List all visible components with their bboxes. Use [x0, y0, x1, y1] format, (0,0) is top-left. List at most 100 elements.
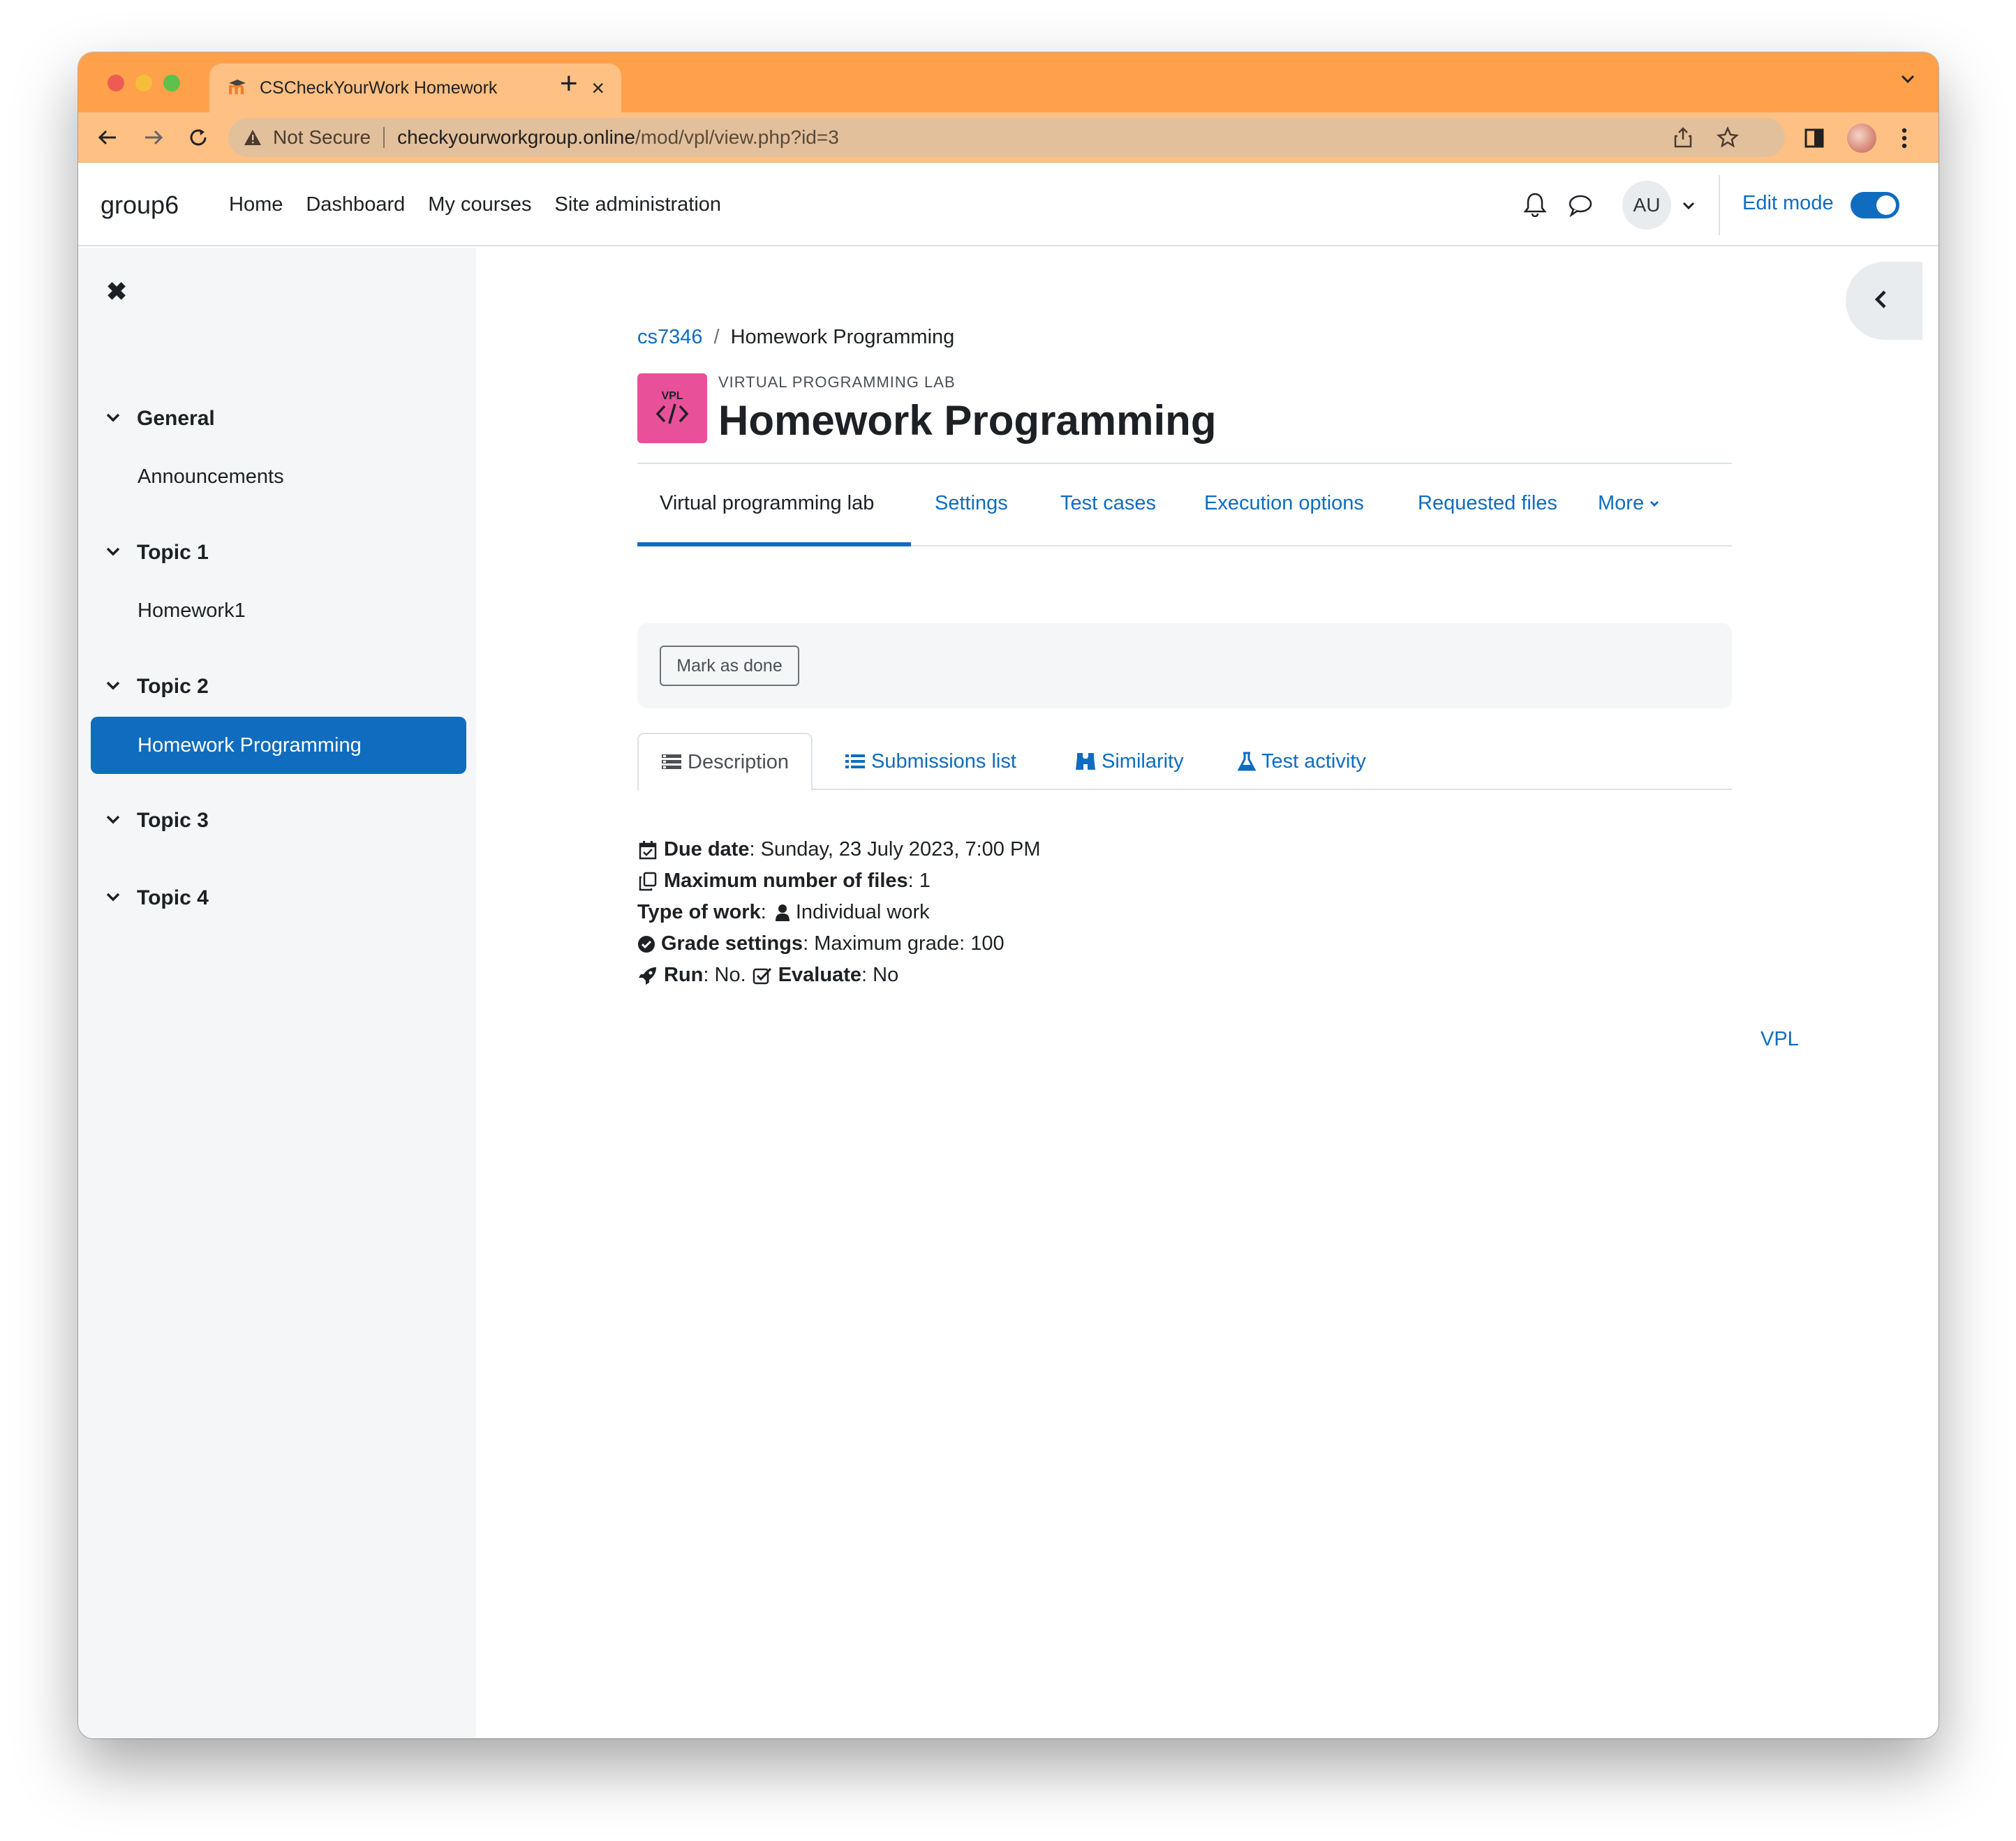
list-icon	[845, 753, 866, 770]
section-title: Topic 3	[137, 809, 209, 832]
vpl-footer-link[interactable]: VPL	[1761, 1028, 1799, 1051]
calendar-check-icon	[637, 840, 658, 860]
max-files-label: Maximum number of files	[664, 870, 908, 892]
site-navbar: group6 Home Dashboard My courses Site ad…	[78, 163, 1939, 246]
chevron-down-icon[interactable]	[105, 888, 126, 909]
colon: :	[907, 870, 919, 892]
type-of-work-value: Individual work	[795, 901, 930, 923]
chevron-down-icon[interactable]	[105, 677, 126, 697]
open-block-drawer-button[interactable]	[1846, 262, 1922, 340]
section-topic-3[interactable]: Topic 3	[105, 809, 209, 833]
section-title: Topic 4	[137, 886, 209, 909]
section-topic-1[interactable]: Topic 1	[105, 541, 209, 565]
tab-similarity[interactable]: Similarity	[1075, 733, 1184, 790]
tab-submissions-list-label: Submissions list	[871, 750, 1016, 773]
reload-icon[interactable]	[183, 122, 214, 153]
tab-title: CSCheckYourWork Homework	[260, 77, 498, 98]
side-panel-icon[interactable]	[1804, 128, 1825, 152]
section-topic-4[interactable]: Topic 4	[105, 886, 209, 910]
nav-my-courses[interactable]: My courses	[428, 193, 531, 216]
flask-icon	[1238, 752, 1256, 771]
detail-run-evaluate: Run: No. Evaluate: No	[637, 960, 1041, 991]
secondary-navigation: Virtual programming lab Settings Test ca…	[637, 463, 1732, 546]
navbar-divider	[1719, 175, 1720, 235]
edit-mode-toggle[interactable]	[1851, 192, 1899, 218]
back-arrow-icon[interactable]	[92, 122, 123, 153]
nav-home[interactable]: Home	[229, 193, 283, 216]
secnav-virtual-programming-lab[interactable]: Virtual programming lab	[660, 492, 874, 515]
window-close-button[interactable]	[108, 75, 124, 91]
colon: :	[760, 901, 772, 923]
tab-description[interactable]: Description	[637, 733, 813, 791]
window-zoom-button[interactable]	[163, 75, 180, 91]
tab-close-icon[interactable]: ×	[591, 75, 605, 101]
browser-menu-icon[interactable]	[1900, 126, 1908, 154]
breadcrumb-current: Homework Programming	[730, 326, 955, 348]
secnav-more[interactable]: More	[1598, 492, 1661, 515]
user-menu-chevron-icon[interactable]	[1681, 197, 1696, 216]
security-label: Not Secure	[273, 126, 371, 148]
section-title: General	[137, 407, 215, 430]
new-tab-icon[interactable]: +	[560, 66, 578, 101]
tab-submissions-list[interactable]: Submissions list	[845, 733, 1016, 790]
module-type-label: VIRTUAL PROGRAMMING LAB	[718, 373, 956, 391]
url-text: checkyourworkgroup.online/mod/vpl/view.p…	[397, 126, 839, 149]
activity-homework1[interactable]: Homework1	[138, 599, 246, 623]
user-icon	[772, 902, 793, 923]
breadcrumb-course-link[interactable]: cs7346	[637, 326, 703, 349]
detail-grade-settings: Grade settings: Maximum grade: 100	[637, 928, 1041, 960]
address-bar[interactable]: Not Secure checkyourworkgroup.online/mod…	[228, 118, 1785, 157]
vpl-icon-label: VPL	[661, 390, 683, 402]
nav-site-administration[interactable]: Site administration	[555, 193, 722, 216]
main-content: cs7346 / Homework Programming VPL VIRTUA…	[476, 248, 1939, 1738]
secnav-test-cases[interactable]: Test cases	[1060, 492, 1156, 515]
chevron-down-icon	[1650, 500, 1659, 507]
breadcrumb: cs7346 / Homework Programming	[637, 326, 954, 349]
secnav-execution-options[interactable]: Execution options	[1204, 492, 1364, 515]
forward-arrow-icon[interactable]	[138, 122, 169, 153]
vpl-activity-icon: VPL	[637, 373, 707, 443]
chevron-left-icon	[1872, 289, 1890, 313]
share-icon[interactable]	[1673, 127, 1693, 151]
grade-settings-value: Maximum grade: 100	[814, 932, 1005, 955]
due-date-label: Due date	[664, 838, 750, 860]
activity-details: Due date: Sunday, 23 July 2023, 7:00 PM …	[637, 834, 1041, 991]
tab-test-activity[interactable]: Test activity	[1238, 733, 1366, 790]
nav-dashboard[interactable]: Dashboard	[306, 193, 405, 216]
description-list-icon	[661, 753, 682, 771]
type-of-work-label: Type of work	[637, 901, 761, 923]
browser-window: m CSCheckYourWork Homework × + Not Secur…	[78, 52, 1939, 1738]
detail-max-files: Maximum number of files: 1	[637, 865, 1041, 897]
user-avatar[interactable]: AU	[1622, 181, 1671, 230]
notifications-bell-icon[interactable]	[1523, 192, 1547, 221]
bookmark-star-icon[interactable]	[1717, 126, 1739, 152]
site-brand[interactable]: group6	[101, 191, 179, 220]
colon: :	[749, 838, 761, 860]
grade-settings-label: Grade settings	[661, 932, 803, 955]
section-topic-2[interactable]: Topic 2	[105, 675, 209, 699]
secnav-settings[interactable]: Settings	[935, 492, 1008, 515]
window-minimize-button[interactable]	[135, 75, 152, 91]
section-general[interactable]: General	[105, 407, 215, 431]
activity-announcements[interactable]: Announcements	[138, 465, 284, 489]
tab-search-chevron-icon[interactable]	[1898, 69, 1918, 92]
profile-avatar-icon[interactable]	[1847, 124, 1876, 153]
secnav-requested-files[interactable]: Requested files	[1418, 492, 1557, 515]
check-circle-icon	[637, 934, 655, 955]
url-domain: checkyourworkgroup.online	[397, 126, 635, 148]
mark-as-done-button[interactable]: Mark as done	[660, 646, 799, 686]
colon: :	[803, 932, 815, 955]
chevron-down-icon[interactable]	[105, 409, 126, 429]
section-title: Topic 1	[137, 541, 209, 564]
colon: :	[703, 964, 715, 986]
messages-chat-icon[interactable]	[1568, 193, 1593, 221]
course-index-drawer: ✖ General Announcements Topic 1 Homework…	[78, 248, 476, 1738]
chevron-down-icon[interactable]	[105, 543, 126, 563]
activity-homework-programming[interactable]: Homework Programming	[91, 717, 466, 774]
browser-tab-bar: m CSCheckYourWork Homework × +	[78, 52, 1939, 112]
url-path: /mod/vpl/view.php?id=3	[635, 126, 839, 148]
chevron-down-icon[interactable]	[105, 811, 126, 831]
edit-mode-label[interactable]: Edit mode	[1742, 192, 1834, 215]
close-drawer-icon[interactable]: ✖	[106, 277, 127, 306]
detail-due-date: Due date: Sunday, 23 July 2023, 7:00 PM	[637, 834, 1041, 865]
